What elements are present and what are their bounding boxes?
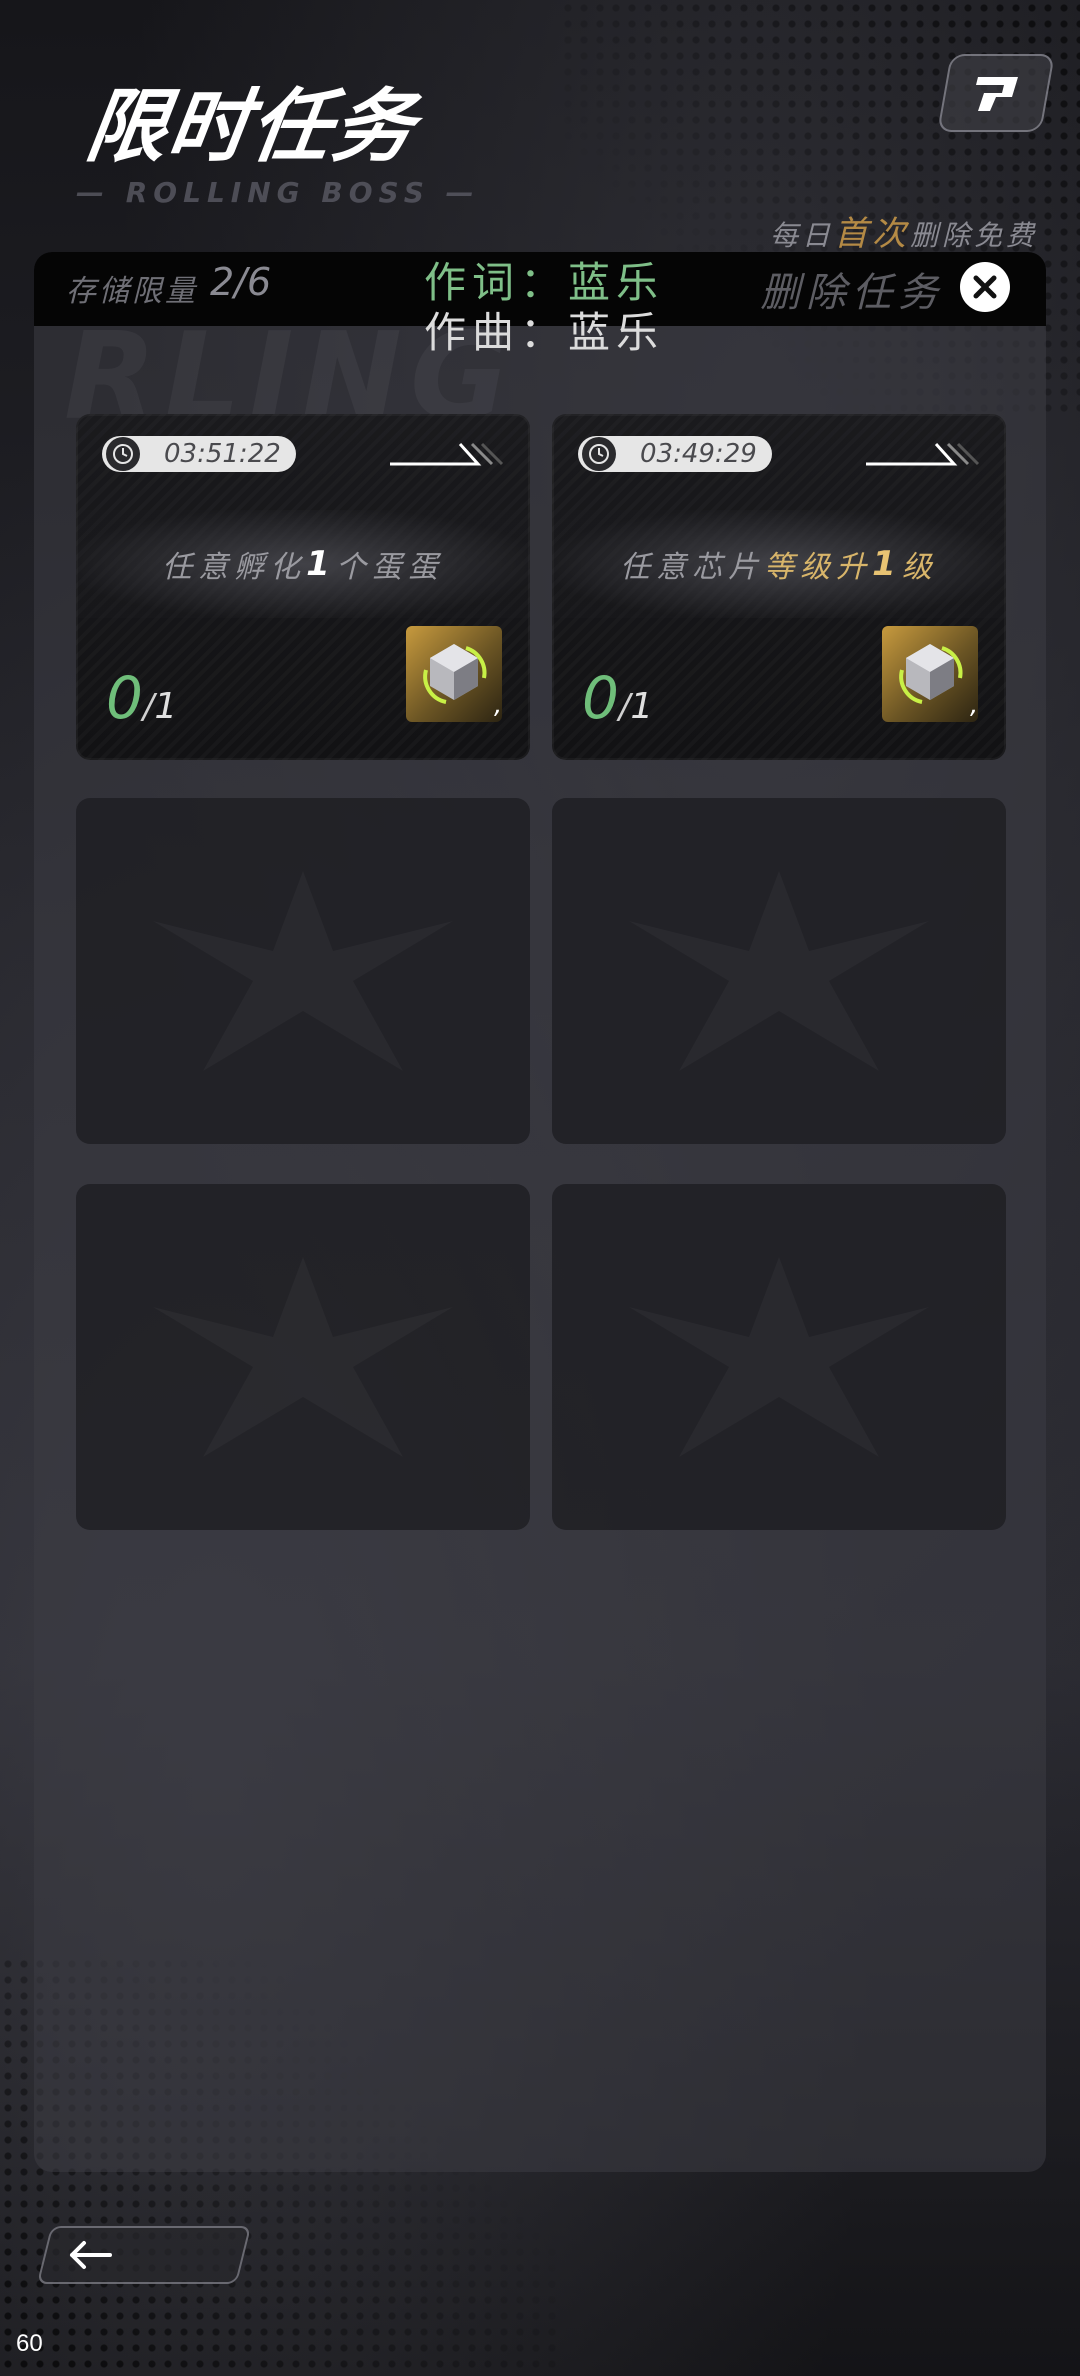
task-panel: RLING 存储限量 2/6 作词：蓝乐 作曲：蓝乐 删除任务 03:51:22 [34, 252, 1046, 2172]
reward-item[interactable] [406, 626, 502, 722]
empty-task-slot [552, 798, 1006, 1144]
emblem-button[interactable] [937, 54, 1055, 132]
placeholder-crest-icon [143, 1247, 463, 1467]
double-arrow-icon [390, 442, 504, 466]
empty-task-slot [76, 1184, 530, 1530]
lyrics-line: 作词：蓝乐 [424, 258, 665, 307]
page-title: 限时任务 [80, 80, 422, 173]
task-description: 任意芯片 等级升 1 级 [552, 510, 1006, 618]
reward-cube-icon [423, 644, 487, 704]
emblem-icon [976, 77, 1018, 111]
back-arrow-icon [70, 2241, 112, 2269]
task-progress: 0/1 [582, 664, 654, 732]
placeholder-crest-icon [619, 1247, 939, 1467]
daily-free-delete-note: 每日首次删除免费 [769, 214, 1038, 254]
close-icon [973, 275, 997, 299]
back-button[interactable] [36, 2226, 252, 2284]
panel-header-bar: 存储限量 2/6 作词：蓝乐 作曲：蓝乐 删除任务 [34, 252, 1046, 357]
reward-count: , [494, 690, 503, 720]
task-screen: 限时任务 — ROLLING BOSS — 每日首次删除免费 RLING 存储限… [0, 0, 1080, 2376]
fps-counter: 60 [16, 2330, 43, 2357]
task-card[interactable]: 03:49:29 任意芯片 等级升 1 级 0/1 , [552, 414, 1006, 760]
delete-task-label[interactable]: 删除任务 [760, 260, 944, 318]
empty-task-slot [76, 798, 530, 1144]
task-card[interactable]: 03:51:22 任意孵化 1 个蛋蛋 0/1 , [76, 414, 530, 760]
task-description: 任意孵化 1 个蛋蛋 [76, 510, 530, 618]
timer-icon [106, 437, 140, 471]
reward-cube-icon [899, 644, 963, 704]
composer-line: 作曲：蓝乐 [424, 308, 665, 357]
empty-task-slot [552, 1184, 1006, 1530]
lyrics-credit: 作词：蓝乐 作曲：蓝乐 [424, 258, 664, 358]
timer-badge: 03:51:22 [102, 436, 296, 472]
timer-icon [582, 437, 616, 471]
task-progress: 0/1 [106, 664, 178, 732]
close-button[interactable] [960, 262, 1010, 312]
timer-text: 03:51:22 [164, 439, 281, 469]
timer-badge: 03:49:29 [578, 436, 772, 472]
double-arrow-icon [866, 442, 980, 466]
reward-count: , [970, 690, 979, 720]
storage-count: 2/6 [210, 260, 272, 304]
storage-label: 存储限量 [66, 274, 198, 309]
reward-item[interactable] [882, 626, 978, 722]
page-subtitle: — ROLLING BOSS — [76, 176, 480, 209]
placeholder-crest-icon [619, 861, 939, 1081]
placeholder-crest-icon [143, 861, 463, 1081]
timer-text: 03:49:29 [640, 439, 757, 469]
